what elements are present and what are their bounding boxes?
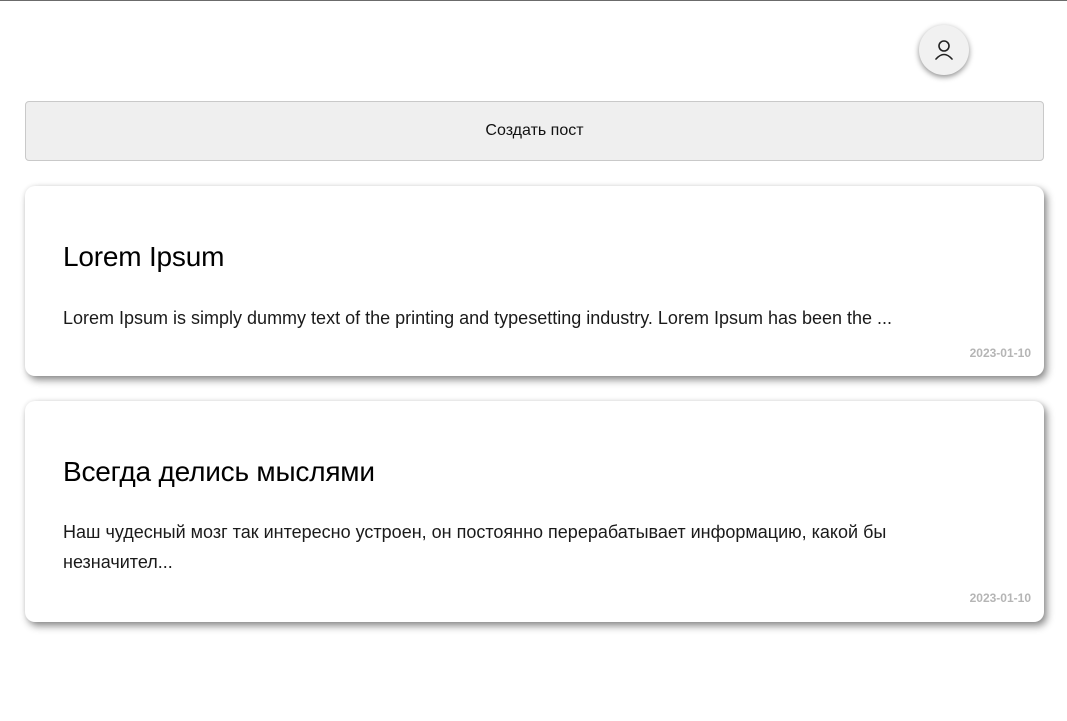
- create-post-button[interactable]: Создать пост: [25, 101, 1044, 161]
- post-card[interactable]: Lorem Ipsum Lorem Ipsum is simply dummy …: [25, 186, 1044, 376]
- profile-button[interactable]: [919, 25, 969, 75]
- user-icon: [934, 39, 954, 61]
- create-post-label: Создать пост: [485, 122, 584, 139]
- post-excerpt: Наш чудесный мозг так интересно устроен,…: [63, 522, 887, 572]
- post-date: 2023-01-10: [969, 346, 1031, 360]
- post-excerpt: Lorem Ipsum is simply dummy text of the …: [63, 308, 893, 328]
- post-date: 2023-01-10: [969, 591, 1031, 605]
- post-title: Lorem Ipsum: [63, 241, 225, 272]
- top-divider: [0, 0, 1067, 1]
- post-card[interactable]: Всегда делись мыслями Наш чудесный мозг …: [25, 401, 1044, 622]
- post-title: Всегда делись мыслями: [63, 456, 375, 487]
